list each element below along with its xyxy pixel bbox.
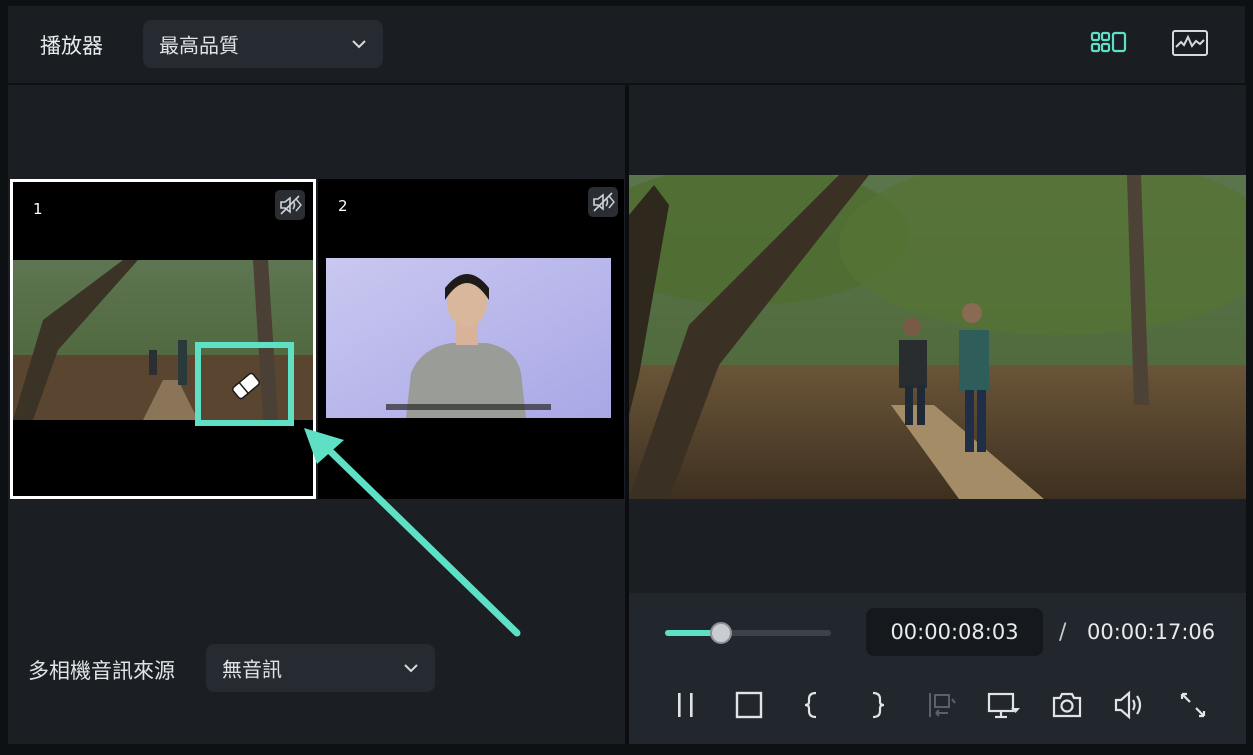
stop-icon[interactable] bbox=[731, 687, 767, 723]
camera-angle-2[interactable]: 2 bbox=[318, 179, 624, 499]
angle-1-video-frame bbox=[13, 260, 313, 420]
fullscreen-icon[interactable] bbox=[1175, 687, 1211, 723]
player-toolbar: 播放器 最高品質 bbox=[8, 6, 1245, 83]
angle-number: 2 bbox=[338, 197, 348, 215]
total-duration: 00:00:17:06 bbox=[1087, 620, 1216, 644]
main-video-preview bbox=[629, 175, 1246, 499]
quality-dropdown[interactable]: 最高品質 bbox=[143, 20, 383, 68]
playback-controls: 00:00:08:03 / 00:00:17:06 bbox=[629, 593, 1246, 744]
angle-2-video-frame bbox=[326, 258, 611, 418]
mark-out-icon[interactable] bbox=[859, 687, 895, 723]
audio-source-selected: 無音訊 bbox=[222, 657, 282, 682]
chevron-down-icon bbox=[352, 40, 366, 49]
preview-panel: 00:00:08:03 / 00:00:17:06 bbox=[629, 85, 1246, 744]
playback-scrubber[interactable] bbox=[665, 622, 831, 644]
chevron-down-icon bbox=[404, 664, 418, 673]
player-title: 播放器 bbox=[40, 34, 103, 58]
multicam-grid-icon[interactable] bbox=[1088, 30, 1132, 60]
audio-source-dropdown[interactable]: 無音訊 bbox=[206, 644, 435, 692]
mark-in-icon[interactable] bbox=[794, 687, 830, 723]
playback-scrubber-handle[interactable] bbox=[710, 622, 732, 644]
multicam-player-window: 播放器 最高品質 1 2 多相機音訊來源 無音訊 00:00:08:03 / 0… bbox=[0, 0, 1253, 755]
volume-icon[interactable] bbox=[1112, 687, 1148, 723]
speaker-mute-icon[interactable] bbox=[275, 190, 305, 220]
monitor-display-icon[interactable] bbox=[986, 687, 1022, 723]
speaker-mute-icon[interactable] bbox=[588, 187, 618, 217]
current-time: 00:00:08:03 bbox=[890, 620, 1019, 644]
current-timecode[interactable]: 00:00:08:03 bbox=[866, 608, 1043, 656]
time-separator: / bbox=[1059, 620, 1067, 645]
waveform-icon[interactable] bbox=[1171, 28, 1211, 58]
insert-clip-icon[interactable] bbox=[924, 687, 960, 723]
angle-number: 1 bbox=[33, 200, 43, 218]
quality-selected: 最高品質 bbox=[159, 33, 239, 58]
camera-snapshot-icon[interactable] bbox=[1049, 687, 1085, 723]
multicam-angles-panel: 1 2 多相機音訊來源 無音訊 bbox=[8, 85, 625, 744]
multicam-audio-source-label: 多相機音訊來源 bbox=[28, 659, 175, 683]
camera-angle-1[interactable]: 1 bbox=[10, 179, 316, 499]
pause-icon[interactable] bbox=[668, 687, 704, 723]
